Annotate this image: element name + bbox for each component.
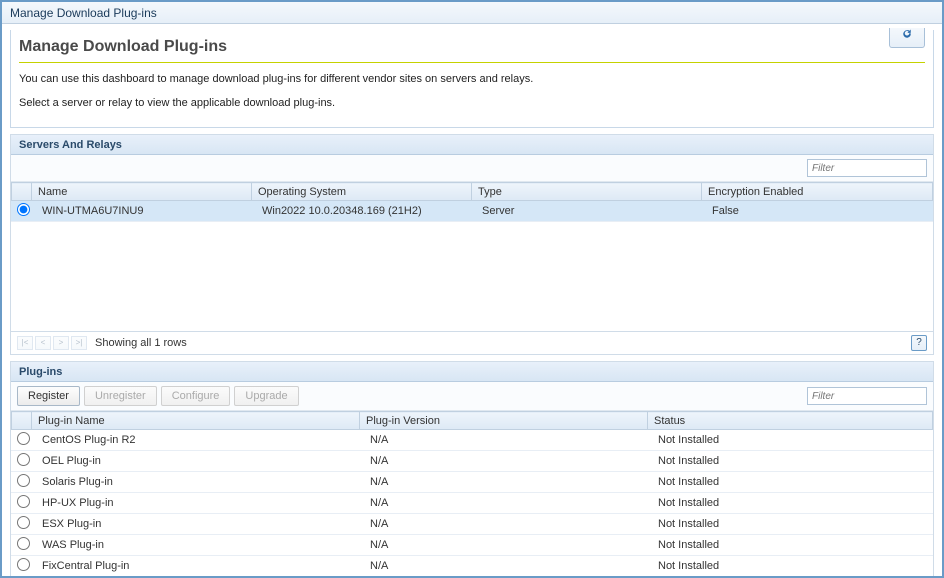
pager-next-button[interactable]: > [53,336,69,350]
server-type-cell: Server [476,201,706,222]
plugin-version-cell: N/A [364,556,652,577]
unregister-button[interactable]: Unregister [84,386,157,406]
window-titlebar: Manage Download Plug-ins [2,2,942,24]
pager-first-button[interactable]: |< [17,336,33,350]
plugin-row[interactable]: FixCentral Plug-inN/ANot Installed [11,556,933,577]
plugin-row[interactable]: CentOS Plug-in R2N/ANot Installed [11,430,933,451]
servers-toolbar [11,155,933,182]
plugin-version-cell: N/A [364,472,652,493]
plugin-row[interactable]: Solaris Plug-inN/ANot Installed [11,472,933,493]
refresh-icon [901,28,913,40]
configure-button[interactable]: Configure [161,386,231,406]
plugins-col-status[interactable]: Status [648,412,933,430]
plugins-panel-title: Plug-ins [11,362,933,382]
plugins-col-select [12,412,32,430]
plugin-status-cell: Not Installed [652,493,933,514]
plugin-name-cell: ESX Plug-in [36,514,364,535]
pager-prev-button[interactable]: < [35,336,51,350]
servers-pager: |< < > >| Showing all 1 rows ? [11,331,933,354]
servers-col-os[interactable]: Operating System [252,183,472,201]
plugin-row-radio[interactable] [17,495,30,508]
servers-grid-header: Name Operating System Type Encryption En… [11,182,933,201]
servers-grid-body[interactable]: WIN-UTMA6U7INU9Win2022 10.0.20348.169 (2… [11,201,933,331]
servers-col-name[interactable]: Name [32,183,252,201]
page-title: Manage Download Plug-ins [19,38,227,56]
page-header-row: Manage Download Plug-ins [19,38,925,56]
server-row-radio[interactable] [17,203,30,216]
register-button[interactable]: Register [17,386,80,406]
plugins-panel: Plug-ins Register Unregister Configure U… [10,361,934,578]
plugin-version-cell: N/A [364,514,652,535]
plugin-name-cell: Solaris Plug-in [36,472,364,493]
plugins-col-name[interactable]: Plug-in Name [32,412,360,430]
upgrade-button[interactable]: Upgrade [234,386,298,406]
plugin-row-radio[interactable] [17,453,30,466]
pager-last-button[interactable]: >| [71,336,87,350]
server-enc-cell: False [706,201,933,222]
plugin-version-cell: N/A [364,493,652,514]
servers-col-select [12,183,32,201]
plugin-name-cell: OEL Plug-in [36,451,364,472]
plugin-row-radio[interactable] [17,474,30,487]
plugin-row-radio[interactable] [17,516,30,529]
server-os-cell: Win2022 10.0.20348.169 (21H2) [256,201,476,222]
plugin-row-radio[interactable] [17,537,30,550]
header-divider [19,62,925,63]
plugins-filter-input[interactable] [807,387,927,405]
plugin-version-cell: N/A [364,451,652,472]
plugins-grid-header: Plug-in Name Plug-in Version Status [11,411,933,430]
plugin-name-cell: HP-UX Plug-in [36,493,364,514]
plugin-name-cell: CentOS Plug-in R2 [36,430,364,451]
plugin-row[interactable]: HP-UX Plug-inN/ANot Installed [11,493,933,514]
page-header-section: Manage Download Plug-ins You can use thi… [10,30,934,128]
refresh-button[interactable] [889,28,925,48]
plugin-name-cell: FixCentral Plug-in [36,556,364,577]
plugin-row[interactable]: OEL Plug-inN/ANot Installed [11,451,933,472]
plugin-status-cell: Not Installed [652,535,933,556]
plugin-row[interactable]: ESX Plug-inN/ANot Installed [11,514,933,535]
servers-filter-input[interactable] [807,159,927,177]
plugin-version-cell: N/A [364,430,652,451]
plugin-status-cell: Not Installed [652,472,933,493]
plugin-status-cell: Not Installed [652,430,933,451]
intro-text-1: You can use this dashboard to manage dow… [19,73,925,85]
window: Manage Download Plug-ins Manage Download… [0,0,944,578]
intro-text-2: Select a server or relay to view the app… [19,97,925,109]
plugin-row[interactable]: WAS Plug-inN/ANot Installed [11,535,933,556]
plugin-name-cell: WAS Plug-in [36,535,364,556]
pager-status: Showing all 1 rows [95,337,187,349]
plugin-version-cell: N/A [364,535,652,556]
window-title: Manage Download Plug-ins [10,6,157,20]
plugins-action-bar: Register Unregister Configure Upgrade [11,382,933,411]
plugin-status-cell: Not Installed [652,556,933,577]
help-button[interactable]: ? [911,335,927,351]
server-name-cell: WIN-UTMA6U7INU9 [36,201,256,222]
plugins-col-version[interactable]: Plug-in Version [360,412,648,430]
plugin-status-cell: Not Installed [652,451,933,472]
servers-panel: Servers And Relays Name Operating System… [10,134,934,355]
plugin-status-cell: Not Installed [652,514,933,535]
server-row[interactable]: WIN-UTMA6U7INU9Win2022 10.0.20348.169 (2… [11,201,933,222]
servers-panel-title: Servers And Relays [11,135,933,155]
content-area: Manage Download Plug-ins You can use thi… [2,24,942,578]
plugin-row-radio[interactable] [17,558,30,571]
plugin-row-radio[interactable] [17,432,30,445]
servers-col-type[interactable]: Type [472,183,702,201]
servers-col-enc[interactable]: Encryption Enabled [702,183,933,201]
plugins-grid-body[interactable]: CentOS Plug-in R2N/ANot InstalledOEL Plu… [11,430,933,578]
